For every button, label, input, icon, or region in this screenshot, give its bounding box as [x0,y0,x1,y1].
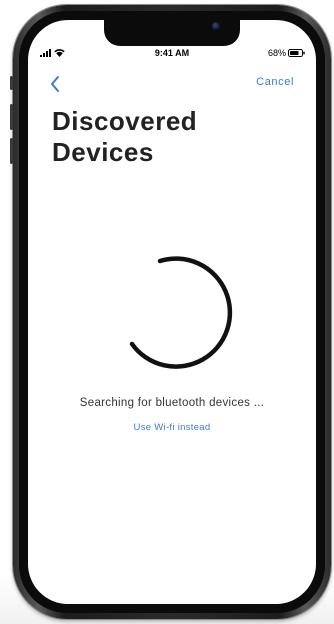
app-screen: 9:41 AM 68% Cancel Discovered Devices Se… [28,20,316,604]
page-title: Discovered Devices [52,106,292,168]
cancel-button[interactable]: Cancel [256,76,294,88]
page-title-line-2: Devices [52,137,154,167]
mute-switch [10,76,13,90]
battery-icon [288,49,305,57]
volume-down-button [10,138,13,164]
phone-notch [104,20,240,46]
status-bar: 9:41 AM 68% [28,46,316,60]
use-wifi-link[interactable]: Use Wi-fi instead [28,422,316,433]
loading-spinner-icon [129,256,233,369]
front-camera-icon [212,22,220,30]
battery-percentage: 68% [267,48,286,58]
chevron-left-icon[interactable] [48,74,62,94]
mockup-stage: 9:41 AM 68% Cancel Discovered Devices Se… [0,0,334,624]
volume-up-button [10,104,13,130]
page-title-line-1: Discovered [52,106,198,136]
searching-status-text: Searching for bluetooth devices ... [79,397,265,409]
